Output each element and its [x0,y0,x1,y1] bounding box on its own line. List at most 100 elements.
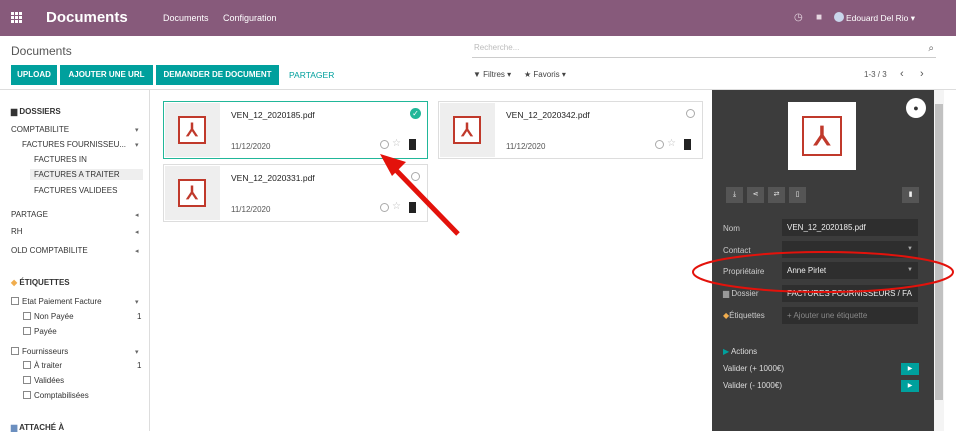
replace-icon[interactable]: ⇄ [768,187,785,203]
name-field[interactable]: VEN_12_2020185.pdf [782,219,918,236]
search-icon[interactable]: ⌕ [928,43,934,54]
document-card[interactable]: ⅄ VEN_12_2020185.pdf 11/12/2020 ✓ ☆ [163,101,428,159]
control-panel: Documents Recherche... ⌕ UPLOAD AJOUTER … [0,36,956,90]
document-name: VEN_12_2020342.pdf [506,110,590,120]
favorite-star-icon[interactable]: ☆ [667,138,676,149]
tag-comptabilisees[interactable]: Comptabilisées [23,391,89,400]
select-radio-icon[interactable] [411,172,420,181]
sidebar-item-comptabilite[interactable]: COMPTABILITE [11,125,69,134]
owner-label: Propriétaire [723,267,765,276]
checkbox[interactable] [11,297,19,305]
apps-grid-icon[interactable] [11,12,22,23]
tag-a-traiter[interactable]: À traiter [23,361,62,370]
search-input[interactable]: Recherche... ⌕ [472,43,936,58]
document-detail-panel: ⅄ ● ⤓ ⋖ ⇄ ▯ ▮ Nom VEN_12_2020185.pdf Con… [712,90,934,431]
document-type-icon [409,139,416,150]
checkbox[interactable] [23,327,31,335]
caret-down-icon: ▼ [907,246,913,252]
tag-group-etat-paiement[interactable]: Etat Paiement Facture [11,297,102,306]
pager-value[interactable]: 1-3 / 3 [864,70,887,79]
upload-button[interactable]: UPLOAD [11,65,57,85]
search-placeholder: Recherche... [474,43,520,52]
folder-icon: ▆ [723,289,730,298]
activity-clock-icon[interactable] [380,203,389,212]
download-icon[interactable]: ⤓ [726,187,743,203]
trash-icon[interactable]: ▮ [902,187,919,203]
caret-right-icon: ▶ [723,347,730,356]
document-date: 11/12/2020 [231,142,271,151]
tag-payee[interactable]: Payée [23,327,57,336]
tag-validees[interactable]: Validées [23,376,64,385]
sidebar-item-old-comptabilite[interactable]: OLD COMPTABILITE [11,246,88,255]
user-menu[interactable]: Edouard Del Rio ▾ [846,13,915,24]
folder-field[interactable]: FACTURES FOURNISSEURS / FA [782,285,918,302]
share-button[interactable]: PARTAGER [289,70,334,80]
sidebar-item-factures-in[interactable]: FACTURES IN [34,155,87,164]
menu-documents[interactable]: Documents [163,13,209,23]
favorites-dropdown[interactable]: ★ Favoris ▾ [524,70,566,79]
pager-next-icon[interactable]: › [920,68,924,80]
app-title[interactable]: Documents [46,9,128,26]
run-action-button[interactable]: ▶ [901,380,919,392]
avatar[interactable] [834,12,844,22]
action-validate-plus: Valider (+ 1000€) [723,364,784,373]
filters-dropdown[interactable]: ▼ Filtres ▾ [473,70,511,79]
caret-left-icon[interactable]: ◂ [135,211,139,219]
contact-field[interactable]: ▼ [782,241,918,258]
caret-left-icon[interactable]: ◂ [135,228,139,236]
document-thumbnail[interactable]: ⅄ [165,166,220,220]
caret-down-icon[interactable]: ▾ [135,126,139,134]
actions-heading: ▶ Actions [723,347,758,356]
tag-group-fournisseurs[interactable]: Fournisseurs [11,347,68,356]
document-thumbnail[interactable]: ⅄ [165,103,220,157]
sidebar-item-partage[interactable]: PARTAGE [11,210,48,219]
scrollbar[interactable] [934,90,944,431]
name-label: Nom [723,224,740,233]
checkbox[interactable] [23,361,31,369]
document-type-icon [684,139,691,150]
chatter-icon[interactable]: ● [906,98,926,118]
select-radio-icon[interactable] [686,109,695,118]
pager-previous-icon[interactable]: ‹ [900,68,904,80]
add-url-button[interactable]: AJOUTER UNE URL [60,65,153,85]
checkbox[interactable] [23,312,31,320]
document-card[interactable]: ⅄ VEN_12_2020342.pdf 11/12/2020 ☆ [438,101,703,159]
lock-icon[interactable]: ▯ [789,187,806,203]
clock-icon[interactable]: ◷ [794,12,803,23]
caret-down-icon[interactable]: ▾ [135,141,139,149]
request-document-button[interactable]: DEMANDER DE DOCUMENT [156,65,279,85]
share-icon[interactable]: ⋖ [747,187,764,203]
tags-heading: ◆ ÉTIQUETTES [11,278,70,287]
favorites-label: Favoris [533,70,560,79]
pdf-icon: ⅄ [453,116,481,144]
run-action-button[interactable]: ▶ [901,363,919,375]
caret-down-icon[interactable]: ▾ [135,298,139,306]
activity-clock-icon[interactable] [655,140,664,149]
folder-label: ▆ Dossier [723,289,759,298]
caret-down-icon: ▾ [910,13,916,23]
document-preview[interactable]: ⅄ [788,102,856,170]
checkbox[interactable] [23,376,31,384]
checkbox[interactable] [23,391,31,399]
selected-check-icon[interactable]: ✓ [410,108,421,119]
caret-down-icon: ▾ [507,70,512,79]
activity-clock-icon[interactable] [380,140,389,149]
sidebar-item-factures-fournisseurs[interactable]: FACTURES FOURNISSEU... [22,140,126,149]
tags-input[interactable]: + Ajouter une étiquette [782,307,918,324]
favorite-star-icon[interactable]: ☆ [392,138,401,149]
checkbox[interactable] [11,347,19,355]
menu-configuration[interactable]: Configuration [223,13,277,23]
document-card[interactable]: ⅄ VEN_12_2020331.pdf 11/12/2020 ☆ [163,164,428,222]
favorite-star-icon[interactable]: ☆ [392,201,401,212]
scrollbar-thumb[interactable] [935,104,943,400]
sidebar-item-factures-a-traiter[interactable]: FACTURES A TRAITER [34,170,120,179]
caret-down-icon[interactable]: ▾ [135,348,139,356]
tag-non-payee[interactable]: Non Payée [23,312,74,321]
document-thumbnail[interactable]: ⅄ [440,103,495,157]
caret-left-icon[interactable]: ◂ [135,247,139,255]
sidebar-item-factures-validees[interactable]: FACTURES VALIDEES [34,186,117,195]
sidebar-item-rh[interactable]: RH [11,227,23,236]
owner-field[interactable]: Anne Pirlet ▼ [782,262,918,279]
caret-down-icon: ▾ [561,70,566,79]
chat-icon[interactable]: ■ [816,12,822,23]
